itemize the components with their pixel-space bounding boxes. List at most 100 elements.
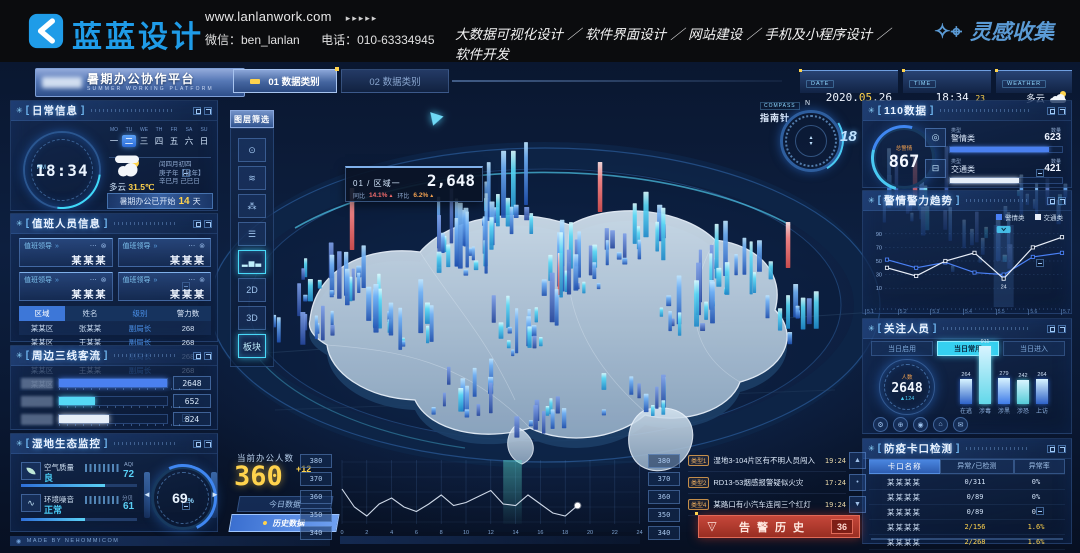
- duty-leader-card[interactable]: 值班领导»⋯ ⊗某某某: [19, 272, 113, 301]
- duty-leader-card[interactable]: 值班领导»⋯ ⊗某某某: [118, 272, 212, 301]
- bar-value: 242: [1018, 373, 1027, 379]
- duty-leader-card[interactable]: 值班领导»⋯ ⊗某某某: [118, 238, 212, 267]
- minimize-icon[interactable]: [1036, 507, 1044, 515]
- panel-header: ✳[ 防疫卡口检测]: [863, 439, 1071, 459]
- alert-list: 类型1湿地3-104片区有不明人员闯入19:24类型2RD13-53烟感报警疑似…: [688, 450, 846, 516]
- more-icon[interactable]: ⋯ ⊗: [90, 242, 108, 250]
- alert-history-button[interactable]: ▽! 告警历史 36: [698, 515, 860, 538]
- leaf-icon: [21, 462, 41, 480]
- monitor-icon[interactable]: ⊙: [238, 138, 266, 162]
- scroll-down-icon[interactable]: ▼: [849, 496, 866, 513]
- week-day[interactable]: MO一: [107, 127, 121, 147]
- pin-icon[interactable]: [193, 220, 201, 228]
- blocks[interactable]: 板块: [238, 334, 266, 358]
- duty-name: 某某某: [123, 252, 207, 267]
- gauge-arrow-right[interactable]: ►: [211, 490, 219, 499]
- tab-data-category-2[interactable]: 02 数据类别: [341, 69, 449, 93]
- y-axis-value: 350: [648, 508, 680, 522]
- pin-icon[interactable]: [193, 107, 201, 115]
- platform-title: 暑期办公协作平台: [87, 73, 214, 86]
- home-icon[interactable]: ⌂: [933, 417, 948, 432]
- mail-icon[interactable]: ✉: [953, 417, 968, 432]
- pin-icon[interactable]: [1047, 107, 1055, 115]
- table-row[interactable]: 某某某某0/3110%: [869, 475, 1065, 490]
- chart-icon[interactable]: ▂▅▃: [238, 250, 266, 274]
- expand-icon[interactable]: [204, 352, 212, 360]
- column-header[interactable]: 姓名: [65, 308, 115, 319]
- inspiration-collect-button[interactable]: ✧⌖ 灵感收集: [934, 16, 1054, 46]
- pin-icon[interactable]: [1047, 445, 1055, 453]
- signal-icon[interactable]: ≋: [238, 166, 266, 190]
- gear-icon[interactable]: ⚙: [873, 417, 888, 432]
- scroll-dot-icon[interactable]: •: [849, 474, 866, 491]
- duty-role-label: 值班领导: [24, 241, 52, 251]
- list-icon[interactable]: ☰: [238, 222, 266, 246]
- target-icon[interactable]: ⊕: [893, 417, 908, 432]
- expand-icon[interactable]: [204, 220, 212, 228]
- week-day[interactable]: TH四: [152, 127, 166, 147]
- duty-name: 某某某: [24, 286, 108, 301]
- more-icon[interactable]: ⋯ ⊗: [188, 242, 206, 250]
- bar-rect: [960, 379, 972, 404]
- duty-leader-card[interactable]: 值班领导»⋯ ⊗某某某: [19, 238, 113, 267]
- count-value: 623: [1044, 132, 1061, 143]
- meter-dots: [85, 496, 121, 504]
- column-header[interactable]: 级别: [115, 308, 165, 319]
- column-header[interactable]: 卡口名称: [869, 459, 940, 474]
- redacted-city-name: [42, 77, 82, 88]
- svg-text:22: 22: [612, 530, 618, 536]
- svg-text:4: 4: [390, 530, 393, 536]
- table-row[interactable]: 某某某某0/890%: [869, 490, 1065, 505]
- count-value: 421: [1044, 163, 1061, 174]
- column-header[interactable]: 异常率: [1014, 459, 1065, 474]
- expand-icon[interactable]: [1058, 325, 1066, 333]
- column-header[interactable]: 区域: [19, 306, 65, 321]
- week-day[interactable]: SU日: [197, 127, 211, 147]
- cell-checkpoint-name: 某某某某: [869, 477, 939, 488]
- svg-text:12: 12: [488, 530, 494, 536]
- expand-icon[interactable]: [1058, 197, 1066, 205]
- alert-row[interactable]: 类型2RD13-53烟感报警疑似火灾17:24: [688, 472, 846, 494]
- focus-tab[interactable]: 当日启用: [871, 341, 933, 356]
- expand-icon[interactable]: [204, 440, 212, 448]
- website-link[interactable]: www.lanlanwork.com: [205, 9, 332, 24]
- pin-icon[interactable]: [193, 440, 201, 448]
- expand-icon[interactable]: [204, 107, 212, 115]
- expand-icon[interactable]: [1058, 107, 1066, 115]
- cell-rate: 0%: [1011, 493, 1061, 501]
- tab-data-category-1[interactable]: 01 数据类别: [233, 69, 337, 93]
- type-bar-fill: [950, 178, 1019, 183]
- mode-2d[interactable]: 2D: [238, 278, 266, 302]
- alert-row[interactable]: 类型1湿地3-104片区有不明人员闯入19:24: [688, 450, 846, 472]
- panel-110-data: ✳[ 110数据] 总警情 867 ◎类型警情类数量623⊟类型交通类数量421: [862, 100, 1072, 188]
- expand-icon[interactable]: [1058, 445, 1066, 453]
- table-row[interactable]: 某某某某2/1561.6%: [869, 520, 1065, 535]
- week-day[interactable]: FR五: [167, 127, 181, 147]
- pin-icon[interactable]: [1047, 197, 1055, 205]
- scroll-up-icon[interactable]: ▲: [849, 452, 866, 469]
- table-row[interactable]: 某某区张某某副局长268: [19, 321, 211, 335]
- cell-region: 某某区: [19, 323, 65, 334]
- more-icon[interactable]: ⋯ ⊗: [90, 276, 108, 284]
- pin-icon[interactable]: [193, 352, 201, 360]
- trend-chart: 907050301024: [867, 221, 1067, 313]
- week-day[interactable]: WE三: [137, 127, 151, 147]
- week-day[interactable]: SA六: [182, 127, 196, 147]
- svg-text:24: 24: [1001, 285, 1007, 291]
- duty-leader-cards: 值班领导»⋯ ⊗某某某值班领导»⋯ ⊗某某某值班领导»⋯ ⊗某某某值班领导»⋯ …: [19, 238, 211, 301]
- police-icon[interactable]: ⁂: [238, 194, 266, 218]
- more-icon[interactable]: ⋯ ⊗: [188, 276, 206, 284]
- record-icon[interactable]: ◉: [913, 417, 928, 432]
- scrollbar[interactable]: [871, 538, 1063, 540]
- gauge-arrow-left[interactable]: ◄: [143, 490, 151, 499]
- week-day[interactable]: TU二: [122, 127, 136, 147]
- alert-row[interactable]: 类型4某路口有小汽车连闯三个红灯19:24: [688, 494, 846, 516]
- pin-icon[interactable]: [1047, 325, 1055, 333]
- svg-text:30: 30: [876, 273, 882, 279]
- date-box: DATE 2020.05.26: [800, 70, 898, 93]
- column-header[interactable]: 异常/已检测: [940, 459, 1013, 474]
- panel-header: ✳[ 值班人员信息]: [11, 214, 217, 234]
- column-header[interactable]: 警力数: [165, 308, 211, 319]
- mode-3d[interactable]: 3D: [238, 306, 266, 330]
- bar-category: 上访: [1036, 406, 1048, 415]
